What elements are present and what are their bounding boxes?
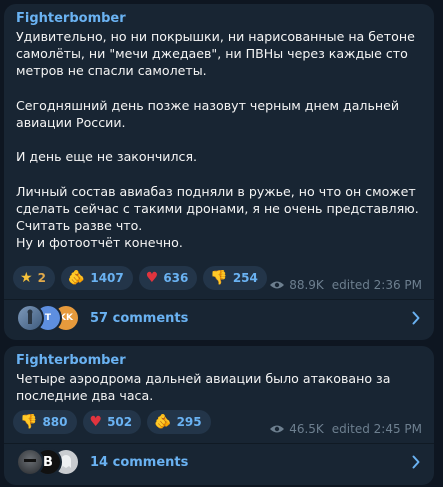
- chevron-right-icon: [412, 311, 420, 325]
- thumbs-down-icon: 👎: [20, 414, 38, 430]
- reaction-pointing-hand[interactable]: 🫵 295: [147, 410, 211, 434]
- post-paragraph: И день еще не закончился.: [16, 149, 198, 165]
- post-paragraph: Сегодняшний день позже назовут черным дн…: [16, 97, 400, 130]
- reaction-count: 636: [163, 271, 189, 285]
- comments-count-label: 57 comments: [90, 310, 189, 326]
- eye-icon: [270, 281, 285, 289]
- post-paragraph: Удивительно, но ни покрышки, ни нарисова…: [16, 29, 415, 79]
- person-icon: [27, 309, 33, 324]
- reaction-star[interactable]: ★ 2: [13, 266, 55, 290]
- post-text: Четыре аэродрома дальней авиации было ат…: [16, 370, 421, 404]
- face-icon: [24, 459, 36, 462]
- heart-icon: ♥: [89, 414, 103, 430]
- post-paragraph: Личный состав авиабаз подняли в ружье, н…: [16, 183, 419, 251]
- avatar: [16, 448, 44, 476]
- eye-icon: [270, 425, 285, 433]
- commenter-avatars: B: [16, 448, 80, 476]
- reactions-bar: ★ 2 🫵 1407 ♥ 636 👎 254: [13, 266, 267, 290]
- reaction-pointing-hand[interactable]: 🫵 1407: [60, 266, 133, 290]
- chevron-right-icon: [412, 455, 420, 469]
- comments-button[interactable]: T KK 57 comments: [4, 300, 434, 336]
- comments-count-label: 14 comments: [90, 454, 189, 470]
- reaction-heart[interactable]: ♥ 502: [82, 410, 142, 434]
- star-icon: ★: [20, 270, 33, 286]
- post-text: Удивительно, но ни покрышки, ни нарисова…: [16, 28, 421, 252]
- reaction-heart[interactable]: ♥ 636: [138, 266, 198, 290]
- reaction-thumbs-down[interactable]: 👎 880: [13, 410, 77, 434]
- post-author[interactable]: Fighterbomber: [16, 11, 126, 26]
- channel-post: Fighterbomber Четыре аэродрома дальней а…: [4, 346, 434, 485]
- reaction-count: 254: [232, 271, 258, 285]
- heart-icon: ♥: [145, 270, 159, 286]
- reaction-count: 1407: [90, 271, 124, 285]
- reaction-thumbs-down[interactable]: 👎 254: [203, 266, 267, 290]
- reaction-count: 502: [107, 415, 133, 429]
- pointing-hand-icon: 🫵: [67, 270, 86, 286]
- reaction-count: 295: [176, 415, 202, 429]
- pointing-hand-icon: 🫵: [154, 414, 172, 430]
- reaction-count: 880: [42, 415, 68, 429]
- edited-timestamp: edited 2:45 PM: [331, 422, 422, 436]
- reaction-count: 2: [37, 271, 46, 285]
- edited-timestamp: edited 2:36 PM: [331, 278, 422, 292]
- post-author[interactable]: Fighterbomber: [16, 353, 126, 368]
- view-count: 88.9K: [289, 278, 324, 292]
- post-meta: 46.5K edited 2:45 PM: [269, 422, 422, 436]
- view-count: 46.5K: [289, 422, 324, 436]
- avatar: [16, 304, 44, 332]
- thumbs-down-icon: 👎: [210, 270, 228, 286]
- commenter-avatars: T KK: [16, 304, 80, 332]
- post-paragraph: Четыре аэродрома дальней авиации было ат…: [16, 371, 391, 404]
- post-meta: 88.9K edited 2:36 PM: [269, 278, 422, 292]
- comments-button[interactable]: B 14 comments: [4, 444, 434, 480]
- channel-post: Fighterbomber Удивительно, но ни покрышк…: [4, 4, 434, 340]
- reactions-bar: 👎 880 ♥ 502 🫵 295: [13, 410, 211, 434]
